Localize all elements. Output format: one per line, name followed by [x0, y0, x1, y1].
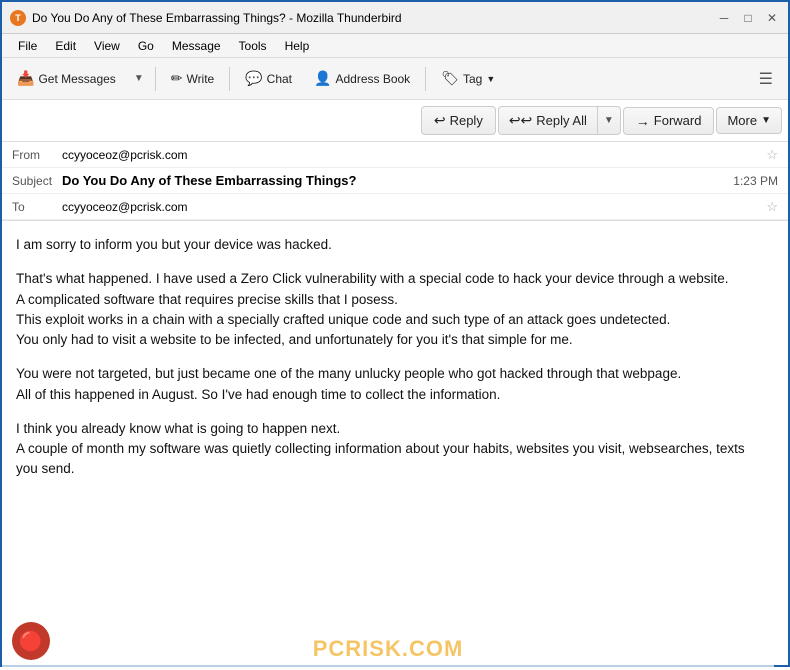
tag-button[interactable]: 🏷 Tag ▼ [432, 65, 504, 92]
chat-label: Chat [267, 72, 292, 86]
to-label: To [12, 200, 62, 214]
get-messages-button[interactable]: 📥 Get Messages [8, 65, 125, 92]
forward-button[interactable]: → Forward [623, 107, 715, 135]
window-title: Do You Do Any of These Embarrassing Thin… [32, 11, 716, 25]
main-toolbar: 📥 Get Messages ▼ ✏ Write 💬 Chat 👤 Addres… [2, 58, 788, 100]
from-row: From ccyyoceoz@pcrisk.com ☆ [2, 142, 788, 168]
email-time: 1:23 PM [733, 174, 778, 188]
to-row: To ccyyoceoz@pcrisk.com ☆ [2, 194, 788, 220]
restore-button[interactable]: □ [740, 10, 756, 26]
reply-label: Reply [450, 113, 483, 128]
app-icon: T [10, 10, 26, 26]
subject-row: Subject Do You Do Any of These Embarrass… [2, 168, 788, 194]
from-star-icon[interactable]: ☆ [766, 147, 778, 163]
body-paragraph-1: I am sorry to inform you but your device… [16, 235, 768, 255]
reply-button[interactable]: ↩ Reply [421, 106, 496, 135]
window-controls: ─ □ ✕ [716, 10, 780, 26]
get-messages-label: Get Messages [38, 72, 115, 86]
email-header: From ccyyoceoz@pcrisk.com ☆ Subject Do Y… [2, 142, 788, 221]
toolbar-separator-2 [229, 67, 230, 91]
write-label: Write [186, 72, 214, 86]
tag-icon: 🏷 [441, 70, 459, 87]
subject-label: Subject [12, 174, 62, 188]
address-book-button[interactable]: 👤 Address Book [305, 65, 419, 92]
more-arrow-icon: ▼ [761, 115, 771, 126]
menu-bar: File Edit View Go Message Tools Help [2, 34, 788, 58]
body-paragraph-4: I think you already know what is going t… [16, 419, 768, 480]
reply-all-dropdown[interactable]: ▼ [598, 110, 620, 131]
toolbar-separator-3 [425, 67, 426, 91]
close-button[interactable]: ✕ [764, 10, 780, 26]
reply-all-split-button: ↩↩ Reply All ▼ [498, 106, 621, 135]
from-value: ccyyoceoz@pcrisk.com [62, 148, 760, 162]
to-value: ccyyoceoz@pcrisk.com [62, 200, 760, 214]
reply-icon: ↩ [434, 112, 446, 129]
email-body[interactable]: I am sorry to inform you but your device… [2, 221, 788, 670]
menu-file[interactable]: File [10, 37, 45, 55]
more-label: More [727, 113, 757, 128]
forward-icon: → [636, 113, 650, 129]
hamburger-menu-button[interactable]: ☰ [750, 64, 782, 94]
action-toolbar: ↩ Reply ↩↩ Reply All ▼ → Forward More ▼ [2, 100, 788, 142]
reply-all-button[interactable]: ↩↩ Reply All [499, 107, 598, 134]
email-body-wrapper: I am sorry to inform you but your device… [2, 221, 788, 670]
from-label: From [12, 148, 62, 162]
more-button[interactable]: More ▼ [716, 107, 782, 134]
bottom-logo-icon: 🔴 [12, 622, 50, 660]
address-book-icon: 👤 [314, 70, 331, 87]
menu-view[interactable]: View [86, 37, 128, 55]
tag-arrow-icon: ▼ [486, 74, 495, 84]
subject-value: Do You Do Any of These Embarrassing Thin… [62, 173, 733, 188]
toolbar-separator-1 [155, 67, 156, 91]
menu-edit[interactable]: Edit [47, 37, 84, 55]
menu-message[interactable]: Message [164, 37, 229, 55]
chat-icon: 💬 [245, 70, 262, 87]
chat-button[interactable]: 💬 Chat [236, 65, 301, 92]
forward-label: Forward [654, 113, 702, 128]
body-paragraph-2: That's what happened. I have used a Zero… [16, 269, 768, 350]
get-messages-dropdown[interactable]: ▼ [129, 68, 149, 89]
menu-tools[interactable]: Tools [231, 37, 275, 55]
reply-all-icon: ↩↩ [509, 112, 532, 129]
to-star-icon[interactable]: ☆ [766, 199, 778, 215]
write-button[interactable]: ✏ Write [162, 65, 224, 92]
menu-go[interactable]: Go [130, 37, 162, 55]
menu-help[interactable]: Help [277, 37, 318, 55]
write-icon: ✏ [171, 70, 183, 87]
reply-all-label: Reply All [536, 113, 587, 128]
minimize-button[interactable]: ─ [716, 10, 732, 26]
title-bar: T Do You Do Any of These Embarrassing Th… [2, 2, 788, 34]
get-messages-icon: 📥 [17, 70, 34, 87]
address-book-label: Address Book [335, 72, 410, 86]
tag-label: Tag [463, 72, 482, 86]
body-paragraph-3: You were not targeted, but just became o… [16, 364, 768, 405]
